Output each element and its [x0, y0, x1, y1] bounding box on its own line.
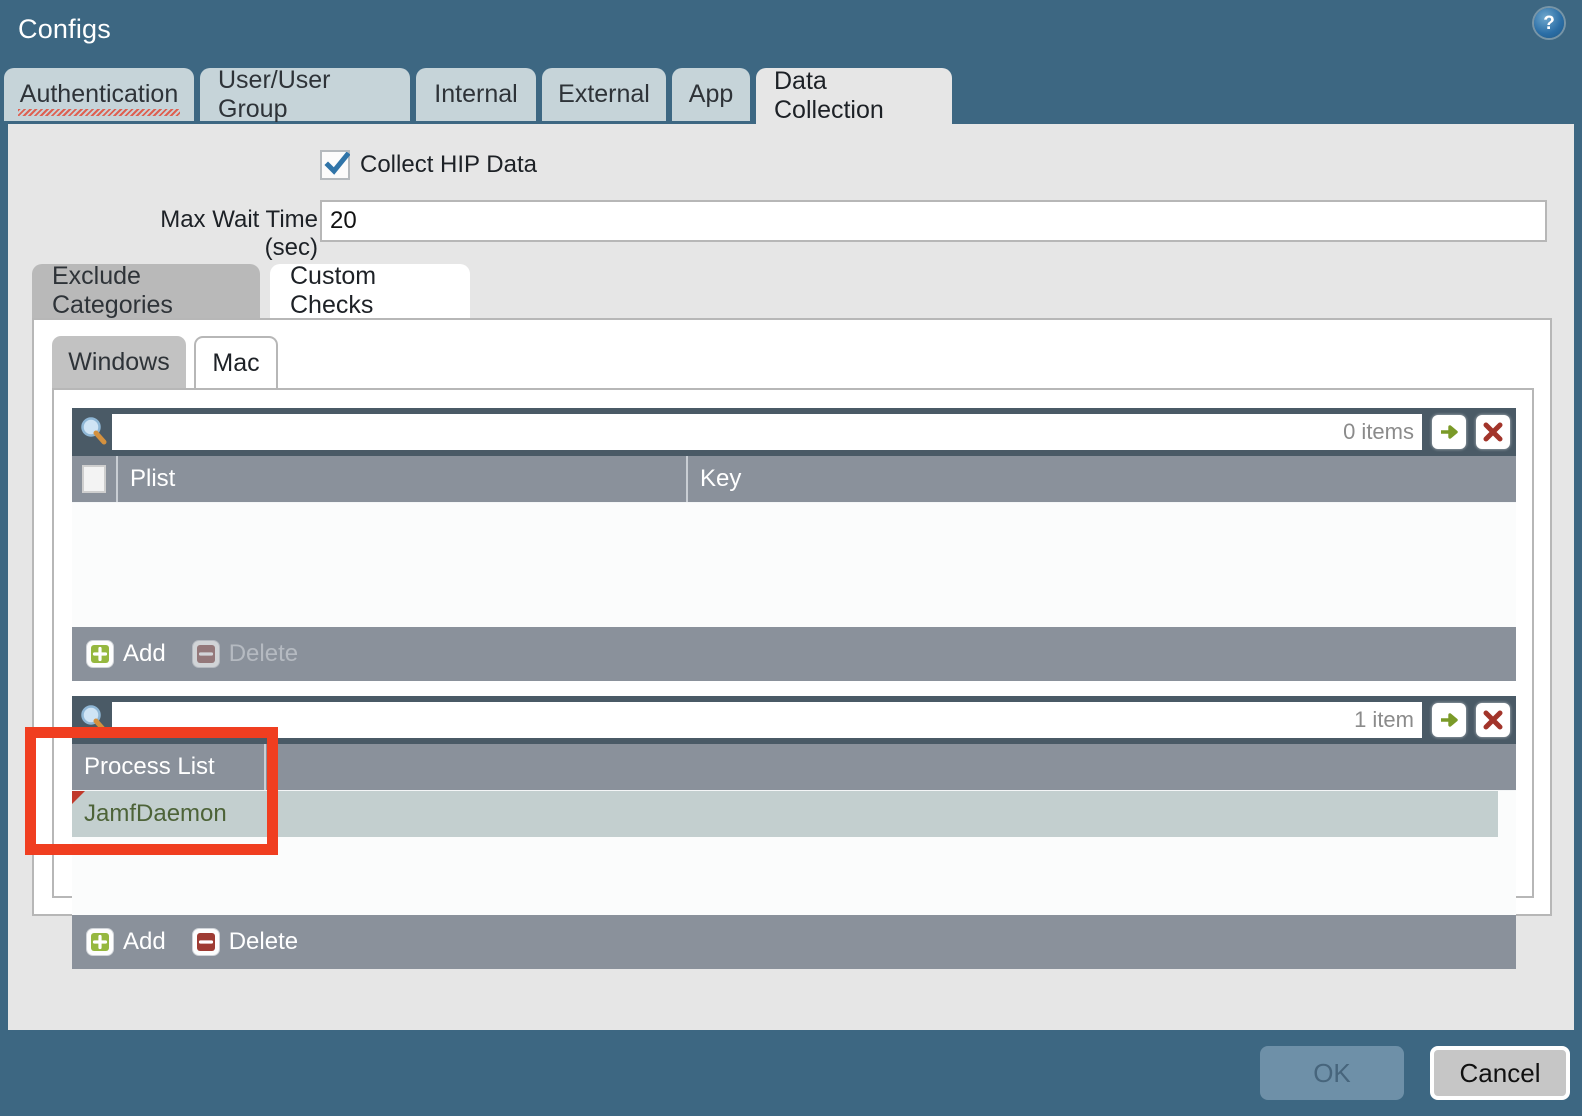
column-header-key[interactable]: Key	[688, 456, 1516, 502]
tab-label: Data Collection	[774, 67, 884, 124]
process-table-actions: Add Delete	[72, 915, 1516, 969]
data-collection-panel: Collect HIP Data Max Wait Time (sec) Exc…	[4, 124, 1574, 1030]
select-all-checkbox[interactable]	[82, 465, 106, 493]
page-title: Configs	[18, 14, 111, 44]
column-header-process-list[interactable]: Process List	[72, 744, 266, 790]
tab-app[interactable]: App	[672, 68, 750, 121]
plist-delete-label: Delete	[228, 640, 299, 667]
column-header-plist[interactable]: Plist	[118, 456, 688, 502]
tab-label: Internal	[434, 80, 518, 108]
collect-hip-checkbox[interactable]	[320, 150, 350, 180]
cancel-button[interactable]: Cancel	[1430, 1046, 1570, 1100]
ok-label: OK	[1313, 1057, 1351, 1088]
tab-label: App	[688, 80, 734, 108]
process-search-bar: 1 item	[72, 696, 1516, 744]
process-name-cell: JamfDaemon	[84, 800, 227, 827]
column-header-spacer	[266, 744, 1516, 790]
process-delete-label: Delete	[228, 928, 299, 955]
process-delete-button[interactable]: Delete	[191, 928, 299, 956]
tab-internal[interactable]: Internal	[416, 68, 536, 121]
close-x-icon[interactable]	[1476, 703, 1510, 737]
process-add-label: Add	[123, 928, 166, 955]
dialog-footer: OK Cancel	[0, 1030, 1582, 1116]
custom-checks-panel: Windows Mac 0 items Plist Key Add Delete…	[32, 318, 1552, 969]
process-search-input[interactable]: 1 item	[112, 702, 1422, 738]
minus-icon	[191, 928, 220, 956]
plist-add-label: Add	[123, 640, 166, 667]
plist-table-header: Plist Key	[72, 456, 1516, 503]
collect-hip-row: Collect HIP Data	[8, 150, 1574, 184]
tab-label: Mac	[212, 348, 260, 377]
check-icon	[324, 152, 350, 175]
plist-delete-button: Delete	[191, 640, 299, 668]
tab-label: Authentication	[19, 80, 179, 108]
max-wait-input[interactable]	[320, 200, 1547, 242]
tab-custom-checks[interactable]: Custom Checks	[270, 262, 470, 319]
close-x-icon[interactable]	[1476, 415, 1510, 449]
config-tabs: Authentication User/User Group Internal …	[0, 65, 1582, 124]
collect-hip-label: Collect HIP Data	[360, 151, 537, 178]
plist-table-actions: Add Delete	[72, 627, 1516, 681]
configs-dialog: Configs ? Authentication User/User Group…	[0, 0, 1582, 1116]
plist-search-input[interactable]: 0 items	[112, 414, 1422, 450]
process-add-button[interactable]: Add	[86, 928, 166, 956]
tab-windows[interactable]: Windows	[52, 336, 186, 388]
plist-table: 0 items Plist Key Add Delete	[72, 408, 1516, 681]
plist-add-button[interactable]: Add	[86, 640, 166, 668]
spellcheck-underline-icon	[18, 109, 180, 116]
plist-search-bar: 0 items	[72, 408, 1516, 456]
plus-icon	[86, 928, 114, 956]
tab-exclude-categories[interactable]: Exclude Categories	[32, 262, 260, 319]
select-all-cell	[72, 456, 118, 502]
tab-label: Exclude Categories	[52, 262, 173, 319]
arrow-right-icon[interactable]	[1432, 415, 1466, 449]
os-tabs: Windows Mac	[52, 336, 1532, 388]
help-glyph: ?	[1534, 8, 1564, 38]
max-wait-label: Max Wait Time (sec)	[160, 206, 318, 261]
table-row[interactable]: JamfDaemon	[72, 791, 1498, 837]
tab-label: User/User Group	[218, 65, 331, 123]
dialog-titlebar: Configs ?	[0, 0, 1582, 62]
custom-check-tabs: Exclude Categories Custom Checks	[32, 262, 1552, 319]
process-list-table: 1 item Process List JamfDaemon Add Delet…	[72, 696, 1516, 969]
ok-button: OK	[1260, 1046, 1404, 1100]
tab-authentication[interactable]: Authentication	[4, 68, 194, 121]
help-circle-icon[interactable]: ?	[1534, 8, 1566, 40]
process-item-count: 1 item	[1354, 707, 1414, 732]
tab-mac[interactable]: Mac	[194, 336, 278, 388]
plist-item-count: 0 items	[1343, 419, 1414, 444]
mac-panel: 0 items Plist Key Add Delete 1 item Proc…	[52, 388, 1534, 969]
process-table-body: JamfDaemon	[72, 791, 1516, 915]
tab-label: External	[558, 80, 650, 108]
plus-icon	[86, 640, 114, 668]
cancel-label: Cancel	[1459, 1057, 1541, 1088]
tab-label: Custom Checks	[290, 262, 377, 319]
tab-user-user-group[interactable]: User/User Group	[200, 65, 410, 123]
search-icon	[78, 702, 108, 738]
search-icon	[78, 414, 108, 450]
tab-label: Windows	[68, 347, 170, 376]
max-wait-row: Max Wait Time (sec)	[8, 200, 1574, 261]
modified-flag-icon	[72, 791, 85, 804]
arrow-right-icon[interactable]	[1432, 703, 1466, 737]
minus-icon	[191, 640, 220, 668]
tab-data-collection[interactable]: Data Collection	[756, 67, 952, 124]
plist-table-body	[72, 503, 1516, 627]
tab-external[interactable]: External	[542, 68, 666, 121]
process-table-header: Process List	[72, 744, 1516, 791]
